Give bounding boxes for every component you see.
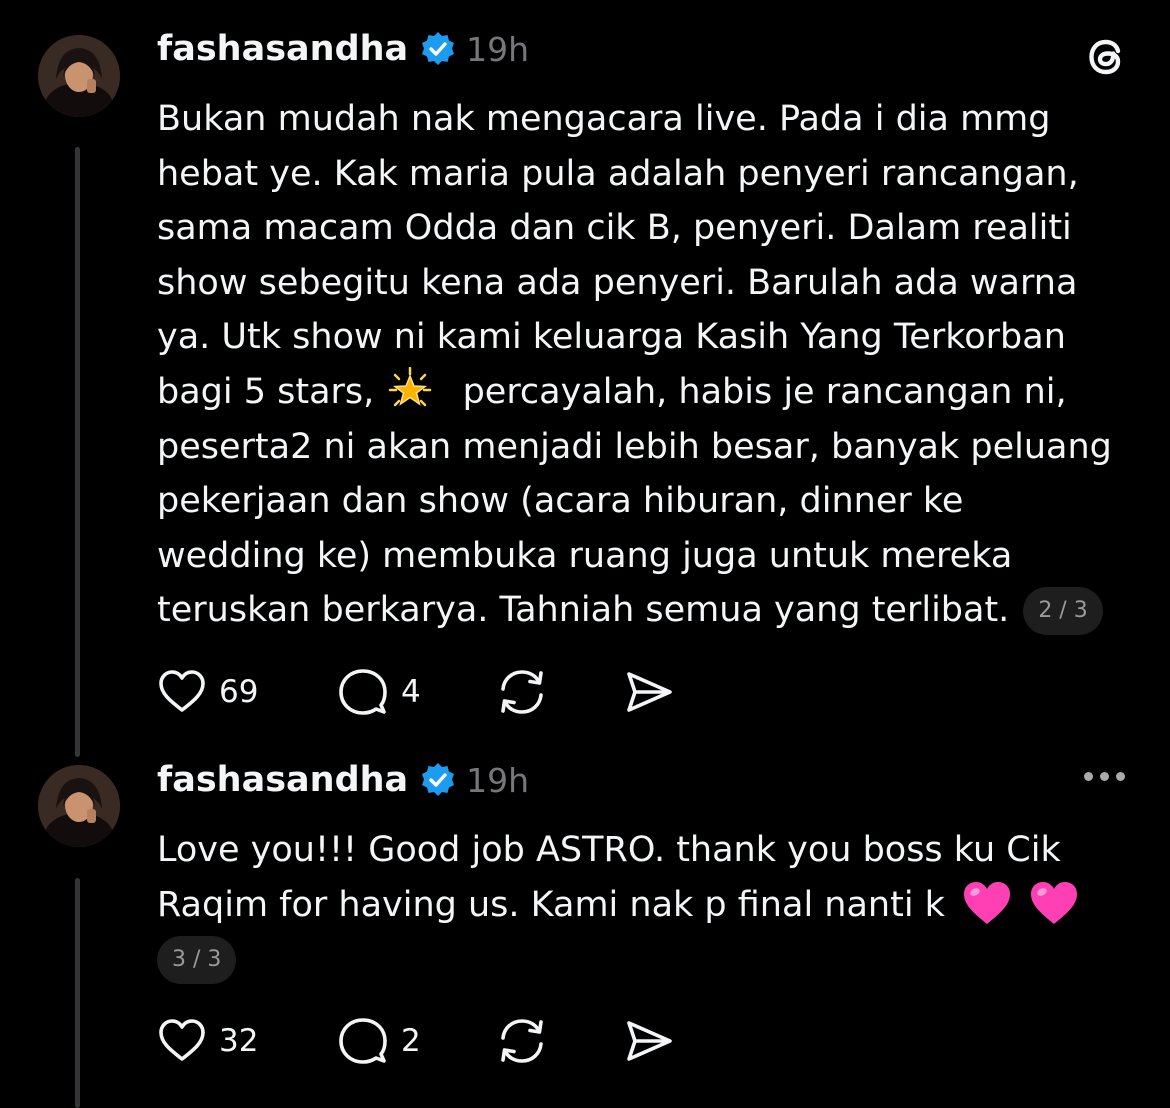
comment-bubble-icon — [339, 669, 387, 715]
post-line-with-emoji: Raqim for having us. Kami nak p final na… — [157, 878, 1142, 933]
thread-connector-line — [75, 878, 80, 1108]
reply-count: 2 — [401, 1023, 421, 1059]
like-button[interactable]: 32 — [157, 1011, 258, 1071]
avatar[interactable] — [38, 765, 120, 847]
username[interactable]: fashasandha — [157, 29, 408, 69]
repost-button[interactable] — [495, 662, 549, 722]
like-button[interactable]: 69 — [157, 662, 258, 722]
post-line: ya. Utk show ni kami keluarga Kasih Yang… — [157, 317, 1066, 358]
username[interactable]: fashasandha — [157, 760, 408, 800]
post-text-segment: bagi 5 stars, — [157, 371, 375, 412]
post-time: 19h — [466, 760, 530, 800]
post-text-segment: teruskan berkarya. Tahniah semua yang te… — [157, 590, 1010, 631]
post-line: Love you!!! Good job ASTRO. thank you bo… — [157, 830, 1061, 870]
post-line-with-badge: 3 / 3 — [157, 932, 1142, 992]
heart-icon — [159, 670, 205, 712]
reply-count: 4 — [401, 674, 421, 710]
post-text-segment: percayalah, habis je rancangan ni, — [462, 371, 1067, 412]
comment-bubble-icon — [339, 1018, 387, 1064]
like-count: 32 — [219, 1023, 259, 1059]
threads-logo-icon[interactable] — [1080, 30, 1134, 84]
reply-button[interactable]: 4 — [337, 662, 421, 722]
post-line: pekerjaan dan show (acara hiburan, dinne… — [157, 481, 964, 522]
thread-page-badge: 2 / 3 — [1023, 587, 1103, 636]
pink-heart-emoji-icon — [1031, 881, 1078, 924]
post-header: fashasandha 19h — [157, 754, 529, 806]
post-time: 19h — [466, 29, 530, 69]
post-body: Bukan mudah nak mengacara live. Pada i d… — [157, 92, 1142, 638]
post-line: show sebegitu kena ada penyeri. Barulah … — [157, 262, 1078, 303]
like-count: 69 — [219, 674, 259, 710]
verified-badge-icon — [422, 763, 455, 796]
post-text-segment: Raqim for having us. Kami nak p final na… — [157, 884, 945, 925]
share-button[interactable] — [622, 662, 676, 722]
repost-button[interactable] — [495, 1011, 549, 1071]
post-line: Bukan mudah nak mengacara live. Pada i d… — [157, 99, 1051, 139]
post-line: peserta2 ni akan menjadi lebih besar, ba… — [157, 426, 1112, 467]
post-body: Love you!!! Good job ASTRO. thank you bo… — [157, 823, 1142, 992]
send-icon — [627, 672, 672, 712]
post-line-with-emoji: bagi 5 stars, percayalah, habis je ranca… — [157, 365, 1142, 420]
avatar[interactable] — [38, 35, 120, 117]
post-line: sama macam Odda dan cik B, penyeri. Dala… — [157, 208, 1072, 249]
avatar-photo — [38, 35, 120, 117]
avatar-photo — [38, 765, 120, 847]
post-header: fashasandha 19h — [157, 23, 529, 75]
post-line: wedding ke) membuka ruang juga untuk mer… — [157, 535, 1013, 576]
glowing-star-emoji-icon — [389, 366, 432, 407]
verified-badge-icon — [422, 32, 455, 65]
post-line: hebat ye. Kak maria pula adalah penyeri … — [157, 153, 1079, 194]
repost-icon — [501, 1019, 543, 1063]
pink-heart-emoji-icon — [964, 881, 1011, 924]
thread-connector-line — [75, 147, 80, 757]
reply-button[interactable]: 2 — [337, 1011, 421, 1071]
heart-icon — [159, 1019, 205, 1061]
share-button[interactable] — [622, 1011, 676, 1071]
thread-page-badge: 3 / 3 — [157, 936, 237, 985]
send-icon — [627, 1021, 672, 1061]
more-options-icon[interactable] — [1084, 772, 1125, 781]
repost-icon — [501, 670, 543, 714]
post-line-with-badge: teruskan berkarya. Tahniah semua yang te… — [157, 583, 1142, 638]
